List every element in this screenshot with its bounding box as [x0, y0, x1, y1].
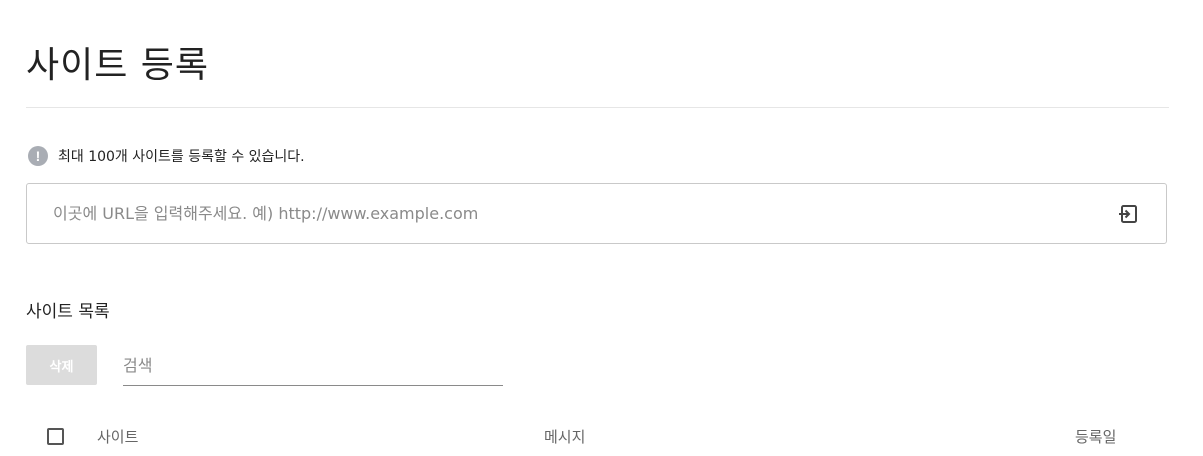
column-header-site[interactable]: 사이트 — [97, 426, 138, 448]
search-input[interactable] — [123, 345, 503, 385]
url-field-container — [26, 183, 1167, 244]
site-table-header: 사이트 메시지 등록일 — [26, 423, 1169, 453]
url-input[interactable] — [27, 184, 1116, 243]
column-header-message[interactable]: 메시지 — [544, 426, 585, 448]
delete-button[interactable]: 삭제 — [26, 345, 97, 385]
limit-notice: ! 최대 100개 사이트를 등록할 수 있습니다. — [28, 145, 305, 167]
column-header-date[interactable]: 등록일 — [1075, 426, 1116, 448]
site-registration-page: 사이트 등록 ! 최대 100개 사이트를 등록할 수 있습니다. 사이트 목록… — [0, 0, 1203, 456]
title-divider — [26, 107, 1169, 108]
search-field-container — [123, 345, 503, 386]
select-all-checkbox[interactable] — [47, 428, 64, 445]
page-title: 사이트 등록 — [26, 45, 210, 86]
site-list-title: 사이트 목록 — [26, 302, 110, 322]
enter-icon[interactable] — [1116, 202, 1140, 226]
notice-text: 최대 100개 사이트를 등록할 수 있습니다. — [58, 149, 305, 165]
info-icon: ! — [28, 146, 48, 166]
